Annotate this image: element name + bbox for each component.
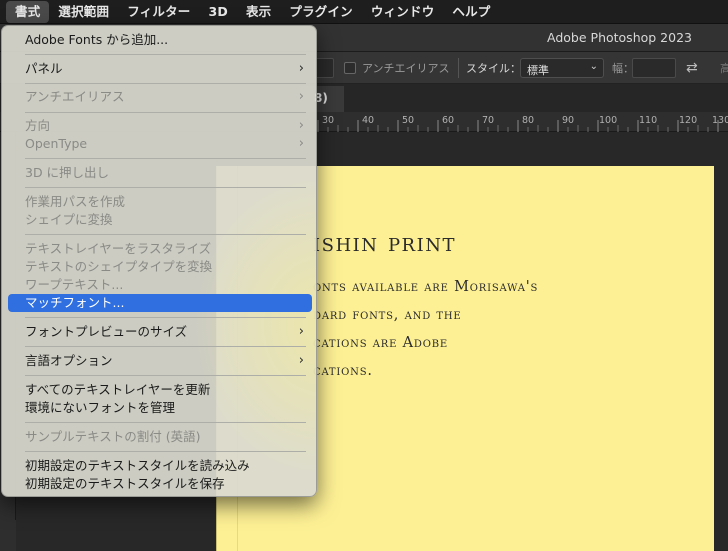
menu-item-update-all-text-layers[interactable]: すべてのテキストレイヤーを更新 (8, 381, 312, 399)
options-divider (458, 58, 459, 78)
ruler-label: 60 (442, 115, 454, 126)
antialias-label: アンチエイリアス (362, 62, 450, 75)
ruler-label: 50 (402, 115, 414, 126)
ruler-label: 120 (679, 115, 697, 126)
menu-separator (25, 54, 306, 55)
menu-item-panel[interactable]: パネル › (8, 60, 312, 78)
width-field[interactable] (632, 58, 676, 78)
chevron-right-icon: › (298, 324, 304, 339)
menu-separator (25, 375, 306, 376)
menu-item-label: 作業用パスを作成 (25, 194, 126, 209)
menu-item-label: 環境にないフォントを管理 (25, 400, 176, 415)
chevron-right-icon: › (298, 353, 304, 368)
menu-item-convert-to-shape[interactable]: シェイプに変換 (8, 211, 312, 229)
menu-item-label: 言語オプション (25, 353, 113, 368)
menu-item-label: OpenType (25, 136, 88, 151)
menu-item-label: 3D に押し出し (25, 165, 110, 180)
artboard-body-text[interactable]: onts available are Morisawa's dard fonts… (313, 273, 613, 385)
style-select-value: 標準 (527, 64, 549, 77)
antialias-checkbox[interactable] (344, 62, 356, 74)
window-title: Adobe Photoshop 2023 (547, 30, 692, 45)
ruler-label: 30 (322, 115, 334, 126)
menu-item-font-preview-size[interactable]: フォントプレビューのサイズ › (8, 323, 312, 341)
menu-separator (25, 346, 306, 347)
menu-item-manage-missing-fonts[interactable]: 環境にないフォントを管理 (8, 399, 312, 417)
size-field[interactable] (314, 58, 334, 78)
body-line: dard fonts, and the (313, 307, 462, 323)
menu-help[interactable]: ヘルプ (443, 1, 499, 23)
menu-item-match-font[interactable]: マッチフォント... (8, 294, 312, 312)
ruler-label: 110 (639, 115, 657, 126)
menu-item-label: すべてのテキストレイヤーを更新 (25, 382, 211, 397)
body-line: cations. (313, 363, 373, 379)
menu-item-opentype[interactable]: OpenType › (8, 135, 312, 153)
height-label: 高 (720, 62, 728, 75)
menu-type[interactable]: 書式 (6, 0, 50, 23)
menu-separator (25, 187, 306, 188)
swap-icon[interactable]: ⇄ (686, 60, 698, 76)
menu-item-label: 初期設定のテキストスタイルを読み込み (25, 458, 250, 473)
menu-item-label: Adobe Fonts から追加... (25, 32, 169, 47)
menu-item-warp-text[interactable]: ワープテキスト... (8, 276, 312, 294)
menu-item-convert-shape-type[interactable]: テキストのシェイプタイプを変換 (8, 258, 312, 276)
chevron-right-icon: › (298, 136, 304, 151)
chevron-right-icon: › (298, 89, 304, 104)
ruler-label: 40 (362, 115, 374, 126)
chevron-right-icon: › (298, 118, 304, 133)
menu-item-label: テキストのシェイプタイプを変換 (25, 259, 213, 274)
chevron-down-icon: ⌄ (589, 61, 598, 72)
menu-select[interactable]: 選択範囲 (49, 1, 118, 23)
menu-item-paste-lorem-ipsum[interactable]: サンプルテキストの割付 (英語) (8, 428, 312, 446)
menu-3d[interactable]: 3D (199, 1, 236, 23)
ruler-label: 80 (522, 115, 534, 126)
menu-item-direction[interactable]: 方向 › (8, 117, 312, 135)
menu-item-antialias[interactable]: アンチエイリアス › (8, 88, 312, 106)
style-label: スタイル： (466, 62, 521, 75)
menu-plugins[interactable]: プラグイン (280, 1, 362, 23)
menu-filter[interactable]: フィルター (118, 1, 199, 23)
menu-separator (25, 83, 306, 84)
menu-item-label: シェイプに変換 (25, 212, 113, 227)
body-line: cations are Adobe (313, 335, 448, 351)
menu-item-rasterize-text[interactable]: テキストレイヤーをラスタライズ (8, 240, 312, 258)
ruler-label: 70 (482, 115, 494, 126)
ruler-label: 90 (562, 115, 574, 126)
ruler-label: 100 (599, 115, 617, 126)
menu-separator (25, 422, 306, 423)
menu-separator (25, 112, 306, 113)
menu-item-label: 方向 (25, 118, 51, 133)
menu-item-label: アンチエイリアス (25, 89, 125, 104)
menu-item-label: フォントプレビューのサイズ (25, 324, 188, 339)
width-label: 幅： (612, 62, 634, 75)
status-strip (0, 520, 16, 551)
menu-view[interactable]: 表示 (237, 1, 280, 23)
menu-item-label: ワープテキスト... (25, 277, 124, 292)
menu-item-label: マッチフォント... (25, 295, 125, 310)
style-select[interactable]: 標準 ⌄ (520, 58, 604, 78)
menu-window[interactable]: ウィンドウ (362, 1, 444, 23)
type-menu-dropdown: Adobe Fonts から追加... パネル › アンチエイリアス › 方向 … (1, 25, 317, 497)
menu-item-label: テキストレイヤーをラスタライズ (25, 241, 212, 256)
menu-item-label: パネル (25, 61, 63, 76)
menu-separator (25, 158, 306, 159)
menu-item-label: サンプルテキストの割付 (英語) (25, 429, 201, 444)
menu-item-extrude-3d[interactable]: 3D に押し出し (8, 164, 312, 182)
menu-bar: 書式 選択範囲 フィルター 3D 表示 プラグイン ウィンドウ ヘルプ (0, 0, 728, 24)
menu-item-label: 初期設定のテキストスタイルを保存 (25, 476, 225, 491)
menu-separator (25, 451, 306, 452)
ruler-label: 130 (712, 115, 728, 126)
menu-item-language-options[interactable]: 言語オプション › (8, 352, 312, 370)
menu-item-save-default-type-styles[interactable]: 初期設定のテキストスタイルを保存 (8, 475, 312, 493)
menu-item-load-default-type-styles[interactable]: 初期設定のテキストスタイルを読み込み (8, 457, 312, 475)
menu-item-create-work-path[interactable]: 作業用パスを作成 (8, 193, 312, 211)
chevron-right-icon: › (298, 61, 304, 76)
artboard-title-text[interactable]: ishin print (313, 228, 456, 257)
menu-separator (25, 317, 306, 318)
menu-separator (25, 234, 306, 235)
menu-item-adobe-fonts[interactable]: Adobe Fonts から追加... (8, 31, 312, 49)
body-line: onts available are Morisawa's (313, 279, 539, 295)
